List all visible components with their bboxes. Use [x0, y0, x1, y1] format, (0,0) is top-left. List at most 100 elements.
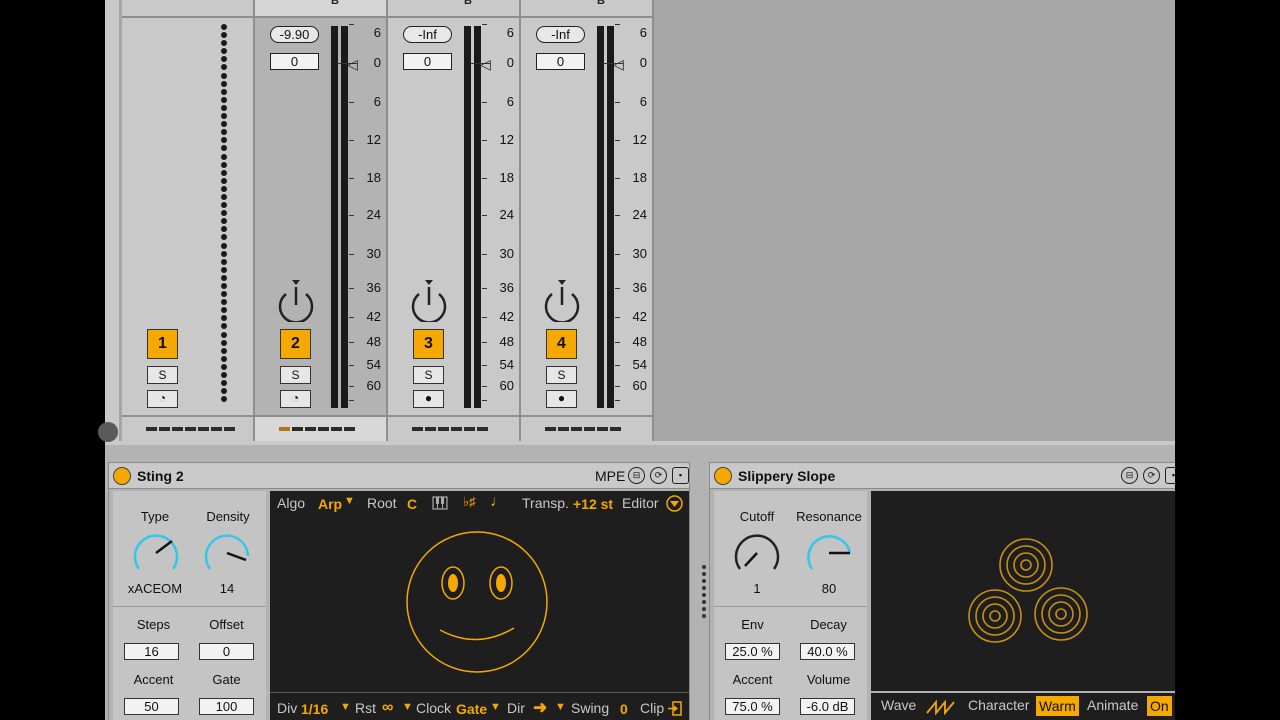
gate-label: Gate — [212, 672, 241, 687]
cutoff-knob[interactable] — [731, 528, 783, 578]
clip-export-icon[interactable] — [668, 701, 682, 716]
level-dot — [221, 347, 227, 354]
volume-field-3[interactable]: 0 — [403, 53, 452, 70]
monitor-button-3[interactable]: ● — [413, 390, 444, 408]
accent-label: Accent — [133, 672, 174, 687]
level-dot — [221, 274, 227, 281]
accent-field[interactable]: 50 — [124, 698, 179, 715]
level-dot — [221, 355, 227, 362]
meter-right-3 — [474, 26, 481, 408]
track-activator-1[interactable]: 1 — [147, 329, 178, 359]
clip-slot-dashes — [412, 427, 488, 431]
clock-value[interactable]: Gate — [456, 701, 487, 717]
save-preset-icon[interactable]: ▪ — [1165, 467, 1175, 484]
animate-toggle[interactable]: On — [1147, 696, 1172, 716]
cutoff-value: 1 — [753, 581, 761, 596]
monitor-button-2[interactable]: ◔ — [280, 390, 311, 408]
mpe-settings-icon[interactable]: ⊟ — [1121, 467, 1138, 484]
note-icon[interactable]: ♩ — [490, 493, 506, 511]
dir-dropdown-icon[interactable]: ▼ — [555, 701, 566, 713]
level-dot — [221, 266, 227, 273]
scale-tick-label: 6 — [373, 94, 381, 109]
pan-knob-2[interactable] — [277, 280, 315, 322]
scale-tick-label: 24 — [499, 207, 514, 222]
clock-label: Clock — [416, 700, 452, 716]
volume-field[interactable]: -6.0 dB — [800, 698, 855, 715]
scale-tick-label: 6 — [639, 94, 647, 109]
volume-field-4[interactable]: 0 — [536, 53, 585, 70]
rst-value[interactable]: ∞ — [382, 699, 393, 717]
flat-sharp-icon[interactable]: ♭♯ — [463, 494, 476, 510]
root-select[interactable]: C — [407, 496, 417, 512]
editor-toggle-icon[interactable] — [666, 495, 683, 512]
pan-knob-4[interactable] — [543, 280, 581, 322]
scale-tick-label: 60 — [499, 378, 514, 393]
character-label: Character — [968, 697, 1030, 713]
div-label: Div — [277, 700, 298, 716]
algo-dropdown-icon[interactable]: ▼ — [344, 495, 355, 507]
pan-knob-3[interactable] — [410, 280, 448, 322]
accent-field[interactable]: 75.0 % — [725, 698, 780, 715]
type-knob[interactable] — [130, 528, 182, 578]
scale-tick-label: 48 — [366, 334, 381, 349]
gate-field[interactable]: 100 — [199, 698, 254, 715]
solo-button-3[interactable]: S — [413, 366, 444, 384]
peak-level-3[interactable]: -Inf — [403, 26, 452, 43]
scale-tick-mark — [349, 365, 354, 366]
piano-keys-icon[interactable] — [432, 496, 448, 510]
offset-field[interactable]: 0 — [199, 643, 254, 660]
track-activator-2[interactable]: 2 — [280, 329, 311, 359]
scale-tick-mark — [615, 365, 620, 366]
rst-dropdown-icon[interactable]: ▼ — [402, 701, 413, 713]
solo-button-4[interactable]: S — [546, 366, 577, 384]
div-value[interactable]: 1/16 — [301, 701, 328, 717]
algo-select[interactable]: Arp — [318, 496, 342, 512]
env-field[interactable]: 25.0 % — [725, 643, 780, 660]
scale-tick-mark — [349, 342, 354, 343]
device-on-toggle[interactable] — [714, 467, 732, 485]
track-activator-4[interactable]: 4 — [546, 329, 577, 359]
density-knob[interactable] — [201, 528, 253, 578]
monitor-button-1[interactable]: ◔ — [147, 390, 178, 408]
monitor-button-4[interactable]: ● — [546, 390, 577, 408]
peak-level-2[interactable]: -9.90 — [270, 26, 319, 43]
editor-label: Editor — [622, 495, 659, 511]
clock-dropdown-icon[interactable]: ▼ — [490, 701, 501, 713]
scale-tick-mark — [615, 386, 620, 387]
direction-arrow-icon[interactable]: ➜ — [533, 698, 547, 718]
swing-value[interactable]: 0 — [620, 701, 628, 717]
level-dot — [221, 218, 227, 225]
hot-swap-icon[interactable]: ⟳ — [1143, 467, 1160, 484]
sawtooth-wave-icon[interactable] — [926, 699, 955, 715]
scale-tick-label: 60 — [632, 378, 647, 393]
resonance-knob[interactable] — [803, 528, 855, 578]
type-label: Type — [140, 509, 170, 524]
density-value: 14 — [219, 581, 235, 596]
steps-field[interactable]: 16 — [124, 643, 179, 660]
solo-button-1[interactable]: S — [147, 366, 178, 384]
scale-tick-label: 54 — [632, 357, 647, 372]
collapse-icon[interactable] — [98, 422, 118, 442]
save-preset-icon[interactable]: ▪ — [672, 467, 689, 484]
device-on-toggle[interactable] — [113, 467, 131, 485]
device-resize-grip[interactable] — [702, 565, 706, 618]
solo-button-2[interactable]: S — [280, 366, 311, 384]
panel-separator — [113, 606, 266, 607]
track-activator-3[interactable]: 3 — [413, 329, 444, 359]
transpose-value[interactable]: +12 st — [573, 496, 613, 512]
algo-label: Algo — [277, 495, 306, 511]
smiley-face-display — [406, 531, 548, 673]
volume-field-2[interactable]: 0 — [270, 53, 319, 70]
peak-level-4[interactable]: -Inf — [536, 26, 585, 43]
level-dot — [221, 113, 227, 120]
level-dot — [221, 72, 227, 79]
hot-swap-icon[interactable]: ⟳ — [650, 467, 667, 484]
scale-tick-mark — [482, 140, 487, 141]
mpe-settings-icon[interactable]: ⊟ — [628, 467, 645, 484]
character-warm-toggle[interactable]: Warm — [1036, 696, 1079, 716]
decay-field[interactable]: 40.0 % — [800, 643, 855, 660]
mpe-label[interactable]: MPE — [595, 468, 625, 484]
clip-slot-dashes — [279, 427, 355, 431]
div-dropdown-icon[interactable]: ▼ — [340, 701, 351, 713]
level-dot — [221, 129, 227, 136]
